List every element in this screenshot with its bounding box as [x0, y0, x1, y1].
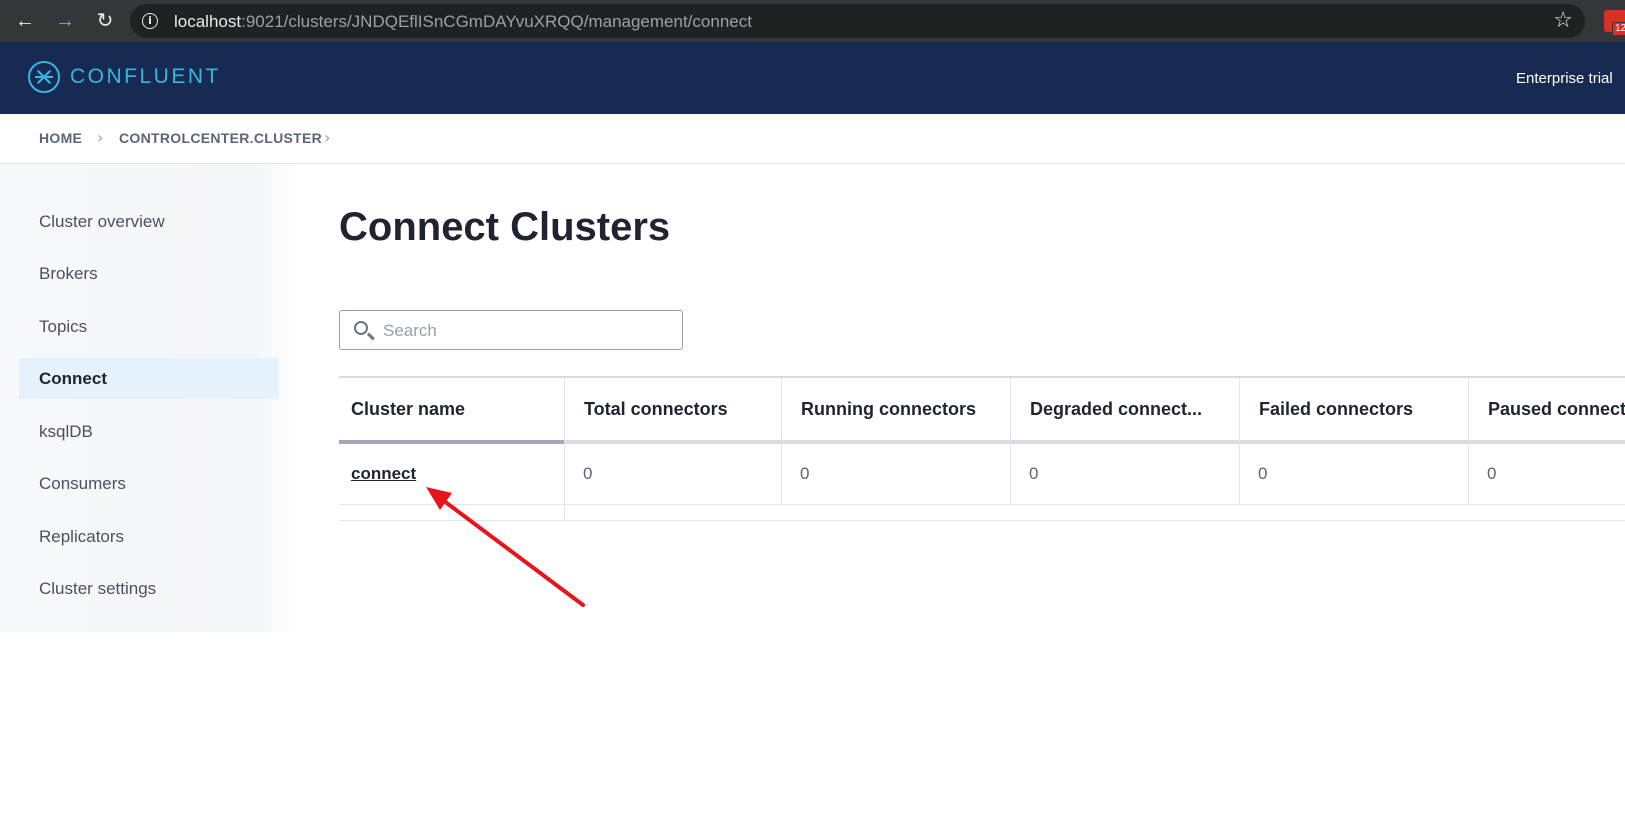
header-underline [564, 440, 1625, 444]
extension-badge: 12 [1612, 22, 1625, 36]
cell-paused-connectors: 0 [1487, 464, 1497, 483]
column-header-running-connectors[interactable]: Running connectors [781, 378, 1010, 444]
cell-failed-connectors: 0 [1258, 464, 1268, 483]
confluent-logo[interactable]: CONFLUENT [28, 61, 221, 93]
cell-degraded-connectors: 0 [1029, 464, 1039, 483]
column-header-paused-connectors[interactable]: Paused connect [1468, 378, 1625, 444]
search-input[interactable] [383, 319, 673, 343]
url-path: :9021/clusters/JNDQEflISnCGmDAYvuXRQQ/ma… [241, 12, 752, 31]
address-bar[interactable]: i localhost:9021/clusters/JNDQEflISnCGmD… [130, 4, 1585, 38]
row-divider [339, 504, 1625, 505]
reload-icon[interactable]: ↻ [90, 6, 120, 36]
back-arrow-icon[interactable]: ← [10, 6, 40, 36]
sidebar-item-cluster-settings[interactable]: Cluster settings [19, 568, 279, 609]
search-icon [354, 321, 368, 335]
arrow-shaft [438, 496, 585, 607]
sidebar-item-ksqldb[interactable]: ksqlDB [19, 411, 279, 452]
logo-text: CONFLUENT [70, 65, 221, 88]
breadcrumb: HOME › CONTROLCENTER.CLUSTER › [0, 114, 1625, 164]
url-text[interactable]: localhost:9021/clusters/JNDQEflISnCGmDAY… [174, 12, 752, 32]
page-title: Connect Clusters [339, 205, 671, 249]
cell-running-connectors: 0 [800, 464, 810, 483]
column-header-failed-connectors[interactable]: Failed connectors [1239, 378, 1468, 444]
breadcrumb-home[interactable]: HOME [39, 130, 82, 146]
search-box[interactable] [339, 310, 683, 350]
breadcrumb-cluster[interactable]: CONTROLCENTER.CLUSTER [119, 130, 322, 146]
cluster-link-connect[interactable]: connect [339, 444, 416, 504]
confluent-logo-icon [28, 61, 60, 93]
column-header-total-connectors[interactable]: Total connectors [564, 378, 781, 444]
arrow-head [426, 487, 452, 510]
chevron-right-icon: › [324, 128, 331, 147]
site-info-icon[interactable]: i [142, 13, 158, 29]
sidebar-item-cluster-overview[interactable]: Cluster overview [19, 201, 279, 242]
table-bottom-border [339, 520, 1625, 521]
trial-status[interactable]: Enterprise trial [1516, 70, 1613, 87]
browser-toolbar: ← → ↻ i localhost:9021/clusters/JNDQEflI… [0, 0, 1625, 42]
bookmark-star-icon[interactable]: ☆ [1553, 8, 1573, 33]
column-header-degraded-connectors[interactable]: Degraded connect... [1010, 378, 1239, 444]
sidebar-item-connect[interactable]: Connect [19, 358, 279, 399]
chevron-right-icon: › [97, 128, 104, 147]
sidebar-item-replicators[interactable]: Replicators [19, 516, 279, 557]
forward-arrow-icon[interactable]: → [50, 6, 80, 36]
sidebar-item-topics[interactable]: Topics [19, 306, 279, 347]
cell-total-connectors: 0 [583, 464, 593, 483]
app-header: CONFLUENT Enterprise trial [0, 42, 1625, 114]
url-host: localhost [174, 12, 242, 31]
sidebar: Cluster overview Brokers Topics Connect … [0, 164, 299, 632]
sidebar-item-brokers[interactable]: Brokers [19, 253, 279, 294]
sidebar-item-consumers[interactable]: Consumers [19, 463, 279, 504]
column-header-cluster-name[interactable]: Cluster name [339, 378, 564, 444]
